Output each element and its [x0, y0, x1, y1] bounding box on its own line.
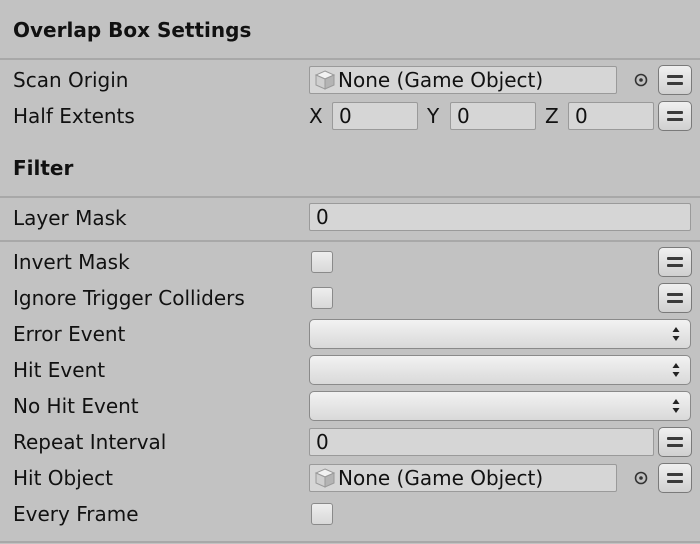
row-half-extents: Half Extents X 0 Y 0 Z 0: [0, 98, 700, 134]
hit-object-object-field[interactable]: None (Game Object): [309, 464, 617, 492]
menu-lines-icon: [667, 111, 683, 114]
ignore-trigger-menu-button[interactable]: [658, 283, 692, 313]
invert-mask-checkbox[interactable]: [311, 251, 333, 273]
every-frame-checkbox[interactable]: [311, 503, 333, 525]
repeat-interval-label: Repeat Interval: [13, 430, 167, 454]
dropdown-arrows-icon: [672, 327, 680, 341]
layer-mask-label: Layer Mask: [13, 206, 127, 230]
repeat-interval-input[interactable]: 0: [309, 428, 654, 456]
ignore-trigger-colliders-label: Ignore Trigger Colliders: [13, 286, 245, 310]
menu-lines-icon-bar: [667, 82, 683, 85]
half-extents-x-input[interactable]: 0: [332, 102, 418, 130]
menu-lines-icon-bar: [667, 444, 683, 447]
divider: [0, 541, 700, 543]
every-frame-label: Every Frame: [13, 502, 139, 526]
menu-lines-icon: [667, 293, 683, 296]
divider: [0, 58, 700, 60]
game-object-cube-icon: [314, 468, 336, 488]
scan-origin-label: Scan Origin: [13, 68, 129, 92]
divider: [0, 240, 700, 242]
row-layer-mask: Layer Mask 0: [0, 200, 700, 236]
half-extents-y-input[interactable]: 0: [450, 102, 536, 130]
half-extents-y-label: Y: [427, 104, 440, 128]
section-title-overlap-box: Overlap Box Settings: [13, 18, 252, 42]
game-object-cube-icon: [314, 70, 336, 90]
error-event-label: Error Event: [13, 322, 126, 346]
half-extents-label: Half Extents: [13, 104, 135, 128]
divider: [0, 196, 700, 198]
no-hit-event-label: No Hit Event: [13, 394, 139, 418]
row-repeat-interval: Repeat Interval 0: [0, 424, 700, 460]
row-hit-object: Hit Object None (Game Object): [0, 460, 700, 496]
row-scan-origin: Scan Origin None (Game Object): [0, 62, 700, 98]
dropdown-arrows-icon: [672, 399, 680, 413]
ignore-trigger-colliders-checkbox[interactable]: [311, 287, 333, 309]
half-extents-menu-button[interactable]: [658, 101, 692, 131]
no-hit-event-dropdown[interactable]: [309, 391, 691, 421]
row-hit-event: Hit Event: [0, 352, 700, 388]
hit-object-label: Hit Object: [13, 466, 113, 490]
scan-origin-object-field[interactable]: None (Game Object): [309, 66, 617, 94]
menu-lines-icon-bar: [667, 264, 683, 267]
row-no-hit-event: No Hit Event: [0, 388, 700, 424]
menu-lines-icon: [667, 437, 683, 440]
half-extents-z-input[interactable]: 0: [568, 102, 654, 130]
section-title-filter: Filter: [13, 156, 74, 180]
hit-event-label: Hit Event: [13, 358, 106, 382]
row-invert-mask: Invert Mask: [0, 244, 700, 280]
menu-lines-icon: [667, 75, 683, 78]
row-error-event: Error Event: [0, 316, 700, 352]
error-event-dropdown[interactable]: [309, 319, 691, 349]
dropdown-arrows-icon: [672, 363, 680, 377]
half-extents-z-label: Z: [545, 104, 559, 128]
hit-event-dropdown[interactable]: [309, 355, 691, 385]
scan-origin-menu-button[interactable]: [658, 65, 692, 95]
invert-mask-label: Invert Mask: [13, 250, 130, 274]
menu-lines-icon-bar: [667, 118, 683, 121]
repeat-interval-menu-button[interactable]: [658, 427, 692, 457]
hit-object-menu-button[interactable]: [658, 463, 692, 493]
menu-lines-icon: [667, 257, 683, 260]
object-picker-icon[interactable]: [634, 73, 648, 87]
scan-origin-value: None (Game Object): [338, 68, 544, 92]
half-extents-x-label: X: [309, 104, 323, 128]
menu-lines-icon-bar: [667, 300, 683, 303]
row-ignore-trigger-colliders: Ignore Trigger Colliders: [0, 280, 700, 316]
invert-mask-menu-button[interactable]: [658, 247, 692, 277]
menu-lines-icon-bar: [667, 480, 683, 483]
hit-object-value: None (Game Object): [338, 466, 544, 490]
layer-mask-input[interactable]: 0: [309, 203, 691, 231]
object-picker-icon[interactable]: [634, 471, 648, 485]
menu-lines-icon: [667, 473, 683, 476]
row-every-frame: Every Frame: [0, 496, 700, 532]
